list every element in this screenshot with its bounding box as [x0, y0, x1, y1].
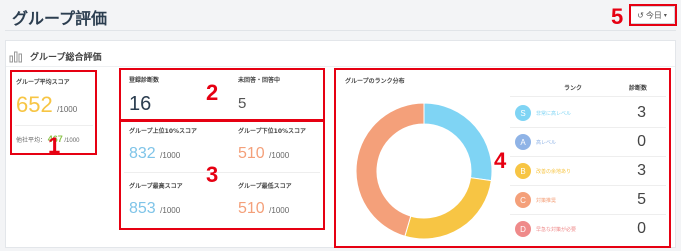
rank-badge: C: [515, 192, 531, 208]
unanswered-count-label: 未回答・回答中: [238, 77, 281, 84]
card-header: グループ総合評価: [9, 49, 101, 63]
card-title: グループ総合評価: [30, 52, 102, 63]
header-divider: [5, 30, 676, 31]
lowest-score-value: 510: [238, 200, 265, 217]
rank-count: 5: [637, 191, 646, 208]
annotation-box-5: [629, 4, 677, 26]
rank-count: 3: [637, 104, 646, 121]
scores-divider: [124, 172, 320, 173]
avg-score-value: 652: [16, 92, 53, 117]
top10-score-row: 832 /1000: [129, 146, 180, 162]
annotation-4: 4: [494, 148, 507, 173]
rank-row-d: D 早急な対策が必要 0: [510, 216, 666, 242]
avg-divider: [15, 125, 93, 126]
bottom10-score-max: /1000: [269, 151, 290, 160]
rank-row-c: C 対策推奨 5: [510, 187, 666, 213]
rank-count: 0: [637, 133, 646, 150]
page-title: グループ評価: [12, 9, 108, 28]
registered-count-value: 16: [129, 93, 152, 115]
lowest-score-row: 510 /1000: [238, 201, 289, 217]
rank-description: 早急な対策が必要: [536, 227, 577, 233]
avg-score-value-row: 652 /1000: [16, 94, 77, 116]
annotation-3: 3: [206, 162, 219, 187]
highest-score-max: /1000: [160, 206, 181, 215]
rank-badge: D: [515, 221, 531, 237]
rank-row-divider: [510, 214, 666, 215]
rank-donut-chart: [355, 102, 493, 240]
lowest-score-max: /1000: [269, 206, 290, 215]
rank-row-a: A 高レベル 0: [510, 129, 666, 155]
rank-badge: B: [515, 163, 531, 179]
other-average-label: 他社平均：: [16, 138, 47, 144]
annotation-2: 2: [206, 80, 219, 105]
bottom10-score-label: グループ下位10%スコア: [238, 128, 307, 135]
avg-score-max: /1000: [57, 105, 78, 114]
count-column-header: 診断数: [629, 85, 648, 92]
lowest-score-label: グループ最低スコア: [238, 183, 292, 190]
rank-description: 改善の余地あり: [536, 169, 572, 175]
rank-badge: A: [515, 134, 531, 150]
bottom10-score-value: 510: [238, 145, 265, 162]
rank-row-divider: [510, 127, 666, 128]
rank-count: 0: [637, 220, 646, 237]
donut-slice-s: [423, 102, 493, 182]
unanswered-count-value: 5: [238, 95, 247, 112]
bottom10-score-row: 510 /1000: [238, 146, 289, 162]
rank-row-s: S 非常に高レベル 3: [510, 100, 666, 126]
top10-score-value: 832: [129, 145, 156, 162]
bar-chart-icon: [9, 51, 22, 63]
highest-score-value: 853: [129, 200, 156, 217]
donut-slice-b: [404, 177, 492, 240]
rank-badge: S: [515, 105, 531, 121]
other-average-max: /1000: [64, 138, 80, 144]
rank-description: 対策推奨: [536, 198, 557, 204]
top10-score-max: /1000: [160, 151, 181, 160]
highest-score-label: グループ最高スコア: [129, 183, 183, 190]
rank-chart-title: グループのランク分布: [345, 78, 405, 85]
rank-description: 高レベル: [536, 140, 557, 146]
avg-score-label: グループ平均スコア: [16, 79, 70, 86]
top10-score-label: グループ上位10%スコア: [129, 128, 198, 135]
rank-table-header-divider: [510, 96, 666, 97]
rank-row-b: B 改善の余地あり 3: [510, 158, 666, 184]
rank-row-divider: [510, 185, 666, 186]
card-divider: [6, 66, 675, 67]
rank-count: 3: [637, 162, 646, 179]
annotation-5: 5: [611, 4, 624, 29]
donut-slice-c: [355, 102, 425, 237]
page: グループ評価 ↺ 今日 ▾ 5 グループ総合評価 グループ平均スコア 652 /…: [0, 0, 681, 251]
registered-count-label: 登録診断数: [129, 77, 160, 84]
highest-score-row: 853 /1000: [129, 201, 180, 217]
rank-description: 非常に高レベル: [536, 111, 572, 117]
annotation-1: 1: [48, 133, 61, 158]
rank-column-header: ランク: [564, 85, 583, 92]
rank-row-divider: [510, 156, 666, 157]
